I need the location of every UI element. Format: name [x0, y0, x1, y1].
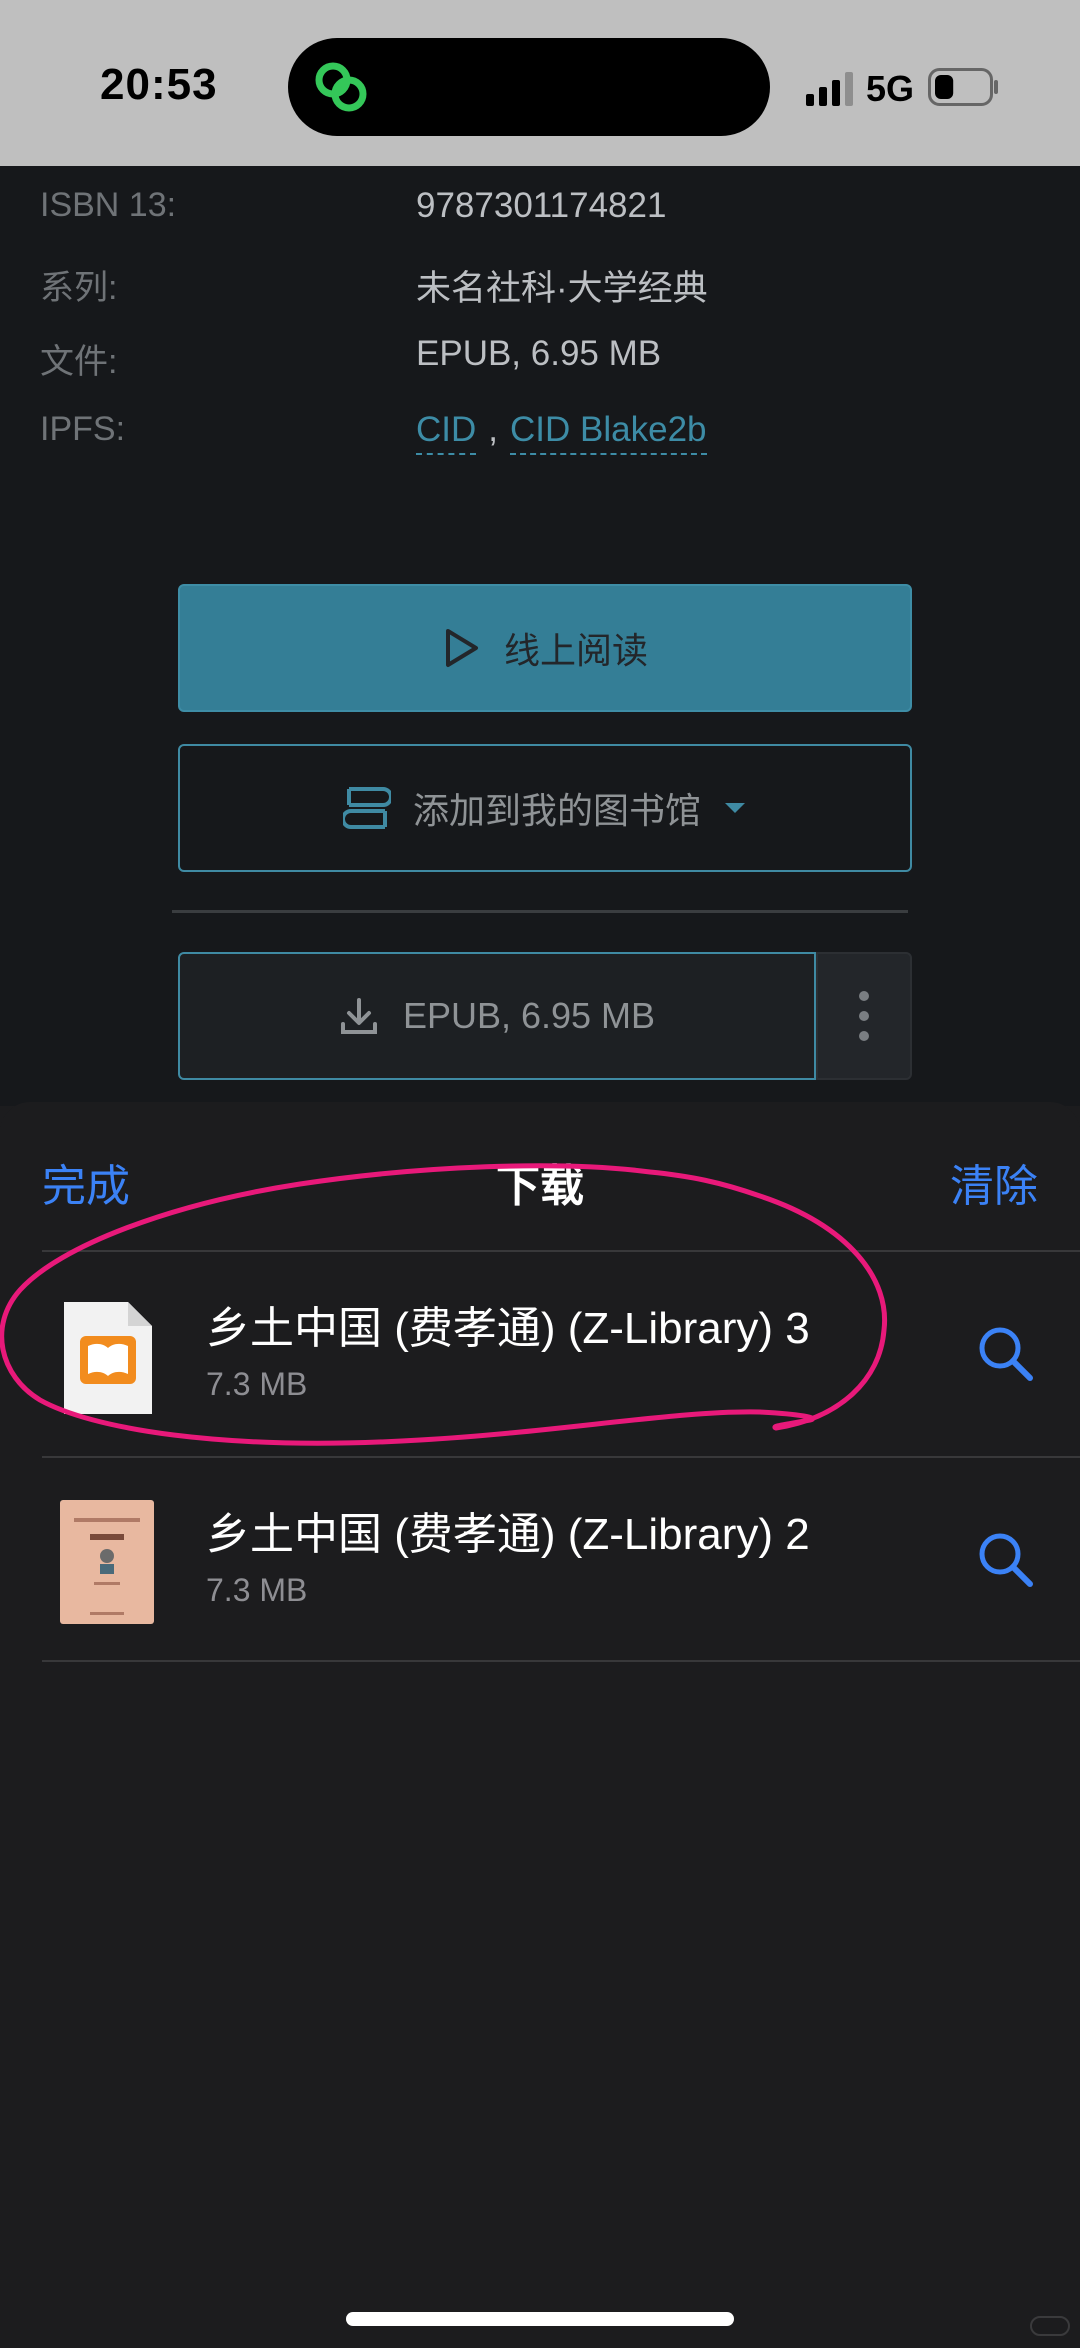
- cid-blake2b-link[interactable]: CID Blake2b: [510, 410, 707, 455]
- status-bar: 20:53 5G: [0, 0, 1080, 166]
- meta-value: CID, CID Blake2b: [416, 410, 707, 455]
- download-item[interactable]: 乡土中国 (费孝通) (Z-Library) 3 7.3 MB: [0, 1252, 1080, 1456]
- downloads-sheet: 下载 完成 清除 乡土中国 (费孝通) (Z-Library) 3 7.3 MB: [0, 1102, 1080, 2348]
- bookshelf-icon: [342, 787, 391, 829]
- search-icon[interactable]: [976, 1530, 1034, 1588]
- download-size: 7.3 MB: [206, 1366, 308, 1402]
- home-indicator[interactable]: [346, 2312, 734, 2326]
- meta-key: ISBN 13:: [40, 186, 177, 224]
- meta-key: 系列:: [40, 269, 118, 307]
- book-details-page: ISBN 13: 9787301174821 系列: 未名社科·大学经典 文件:…: [0, 166, 1080, 1106]
- divider: [172, 910, 908, 913]
- network-label: 5G: [866, 68, 915, 109]
- download-epub-button[interactable]: EPUB, 6.95 MB: [178, 952, 816, 1080]
- separator: [42, 1660, 1080, 1662]
- link-app-icon: [315, 62, 367, 112]
- status-time: 20:53: [100, 60, 218, 109]
- read-online-button[interactable]: 线上阅读: [178, 584, 912, 712]
- clear-button[interactable]: 清除: [950, 1150, 1038, 1214]
- meta-value: EPUB, 6.95 MB: [416, 334, 662, 373]
- watermark-badge: [1030, 2316, 1070, 2336]
- meta-value: 9787301174821: [416, 186, 667, 225]
- read-online-label: 线上阅读: [503, 630, 648, 671]
- play-icon: [445, 629, 478, 667]
- caret-down-icon: [725, 803, 745, 813]
- download-name: 乡土中国 (费孝通) (Z-Library) 2: [206, 1510, 810, 1559]
- meta-row-series: 系列: 未名社科·大学经典: [0, 260, 1080, 320]
- meta-row-ipfs: IPFS: CID, CID Blake2b: [0, 410, 1080, 470]
- signal-icon: [806, 72, 853, 106]
- epub-book-icon: [64, 1302, 152, 1414]
- download-size: 7.3 MB: [206, 1572, 308, 1608]
- download-icon: [340, 998, 377, 1034]
- meta-key: IPFS:: [40, 410, 126, 448]
- meta-value: 未名社科·大学经典: [416, 269, 708, 308]
- more-vertical-icon: [859, 991, 869, 1041]
- sheet-title: 下载: [496, 1162, 584, 1211]
- meta-row-file: 文件: EPUB, 6.95 MB: [0, 334, 1080, 394]
- book-cover-thumbnail: [60, 1500, 154, 1624]
- more-options-button[interactable]: [816, 952, 912, 1080]
- meta-key: 文件:: [40, 343, 118, 381]
- search-icon[interactable]: [976, 1324, 1034, 1382]
- download-item[interactable]: 乡土中国 (费孝通) (Z-Library) 2 7.3 MB: [0, 1458, 1080, 1662]
- dynamic-island[interactable]: [288, 38, 770, 136]
- cid-link[interactable]: CID: [416, 410, 477, 455]
- download-name: 乡土中国 (费孝通) (Z-Library) 3: [206, 1304, 810, 1353]
- link-separator: ,: [488, 410, 499, 449]
- add-to-library-button[interactable]: 添加到我的图书馆: [178, 744, 912, 872]
- meta-row-isbn: ISBN 13: 9787301174821: [0, 186, 1080, 246]
- done-button[interactable]: 完成: [42, 1150, 130, 1214]
- cover-art-icon: [74, 1518, 140, 1615]
- download-label: EPUB, 6.95 MB: [402, 995, 656, 1036]
- battery-icon: [928, 68, 998, 106]
- add-to-library-label: 添加到我的图书馆: [412, 790, 701, 831]
